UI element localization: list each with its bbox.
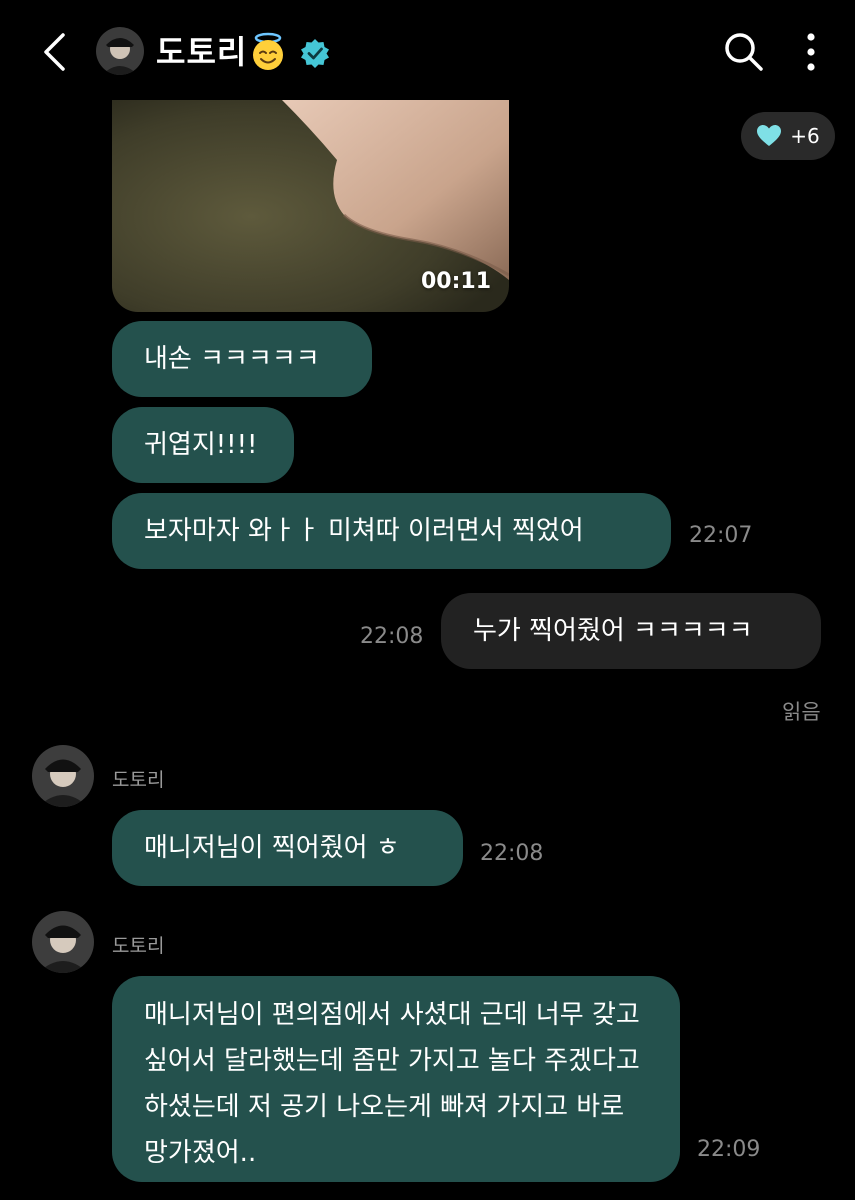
message-text: 귀엽지!!!! <box>144 430 258 460</box>
incoming-message-bubble[interactable]: 내손 ㅋㅋㅋㅋㅋ <box>112 321 372 397</box>
outgoing-message-bubble[interactable]: 누가 찍어줬어 ㅋㅋㅋㅋㅋ <box>441 593 821 669</box>
incoming-message-bubble[interactable]: 보자마자 와ㅏㅏ 미쳐따 이러면서 찍었어 <box>112 493 671 569</box>
search-icon <box>725 33 763 71</box>
sender-name: 도토리 <box>112 935 165 957</box>
incoming-message-bubble[interactable]: 귀엽지!!!! <box>112 407 294 483</box>
message-text: 누가 찍어줬어 ㅋㅋㅋㅋㅋ <box>473 616 753 646</box>
search-button[interactable] <box>722 30 766 74</box>
heart-icon <box>757 125 782 146</box>
back-button[interactable] <box>34 30 74 74</box>
halo-emoji <box>248 32 288 72</box>
sender-name: 도토리 <box>112 769 165 791</box>
message-timestamp: 22:07 <box>689 523 753 548</box>
read-receipt: 읽음 <box>782 700 821 724</box>
chat-header: 도토리 <box>0 0 855 100</box>
message-timestamp: 22:08 <box>360 624 424 649</box>
incoming-message-bubble[interactable]: 매니저님이 찍어줬어 ㅎ <box>112 810 463 886</box>
incoming-message-bubble[interactable]: 매니저님이 편의점에서 사셨대 근데 너무 갖고싶어서 달라했는데 좀만 가지고… <box>112 976 680 1182</box>
more-options-button[interactable] <box>796 30 826 74</box>
message-text: 보자마자 와ㅏㅏ 미쳐따 이러면서 찍었어 <box>144 516 584 546</box>
chevron-left-icon <box>44 33 65 71</box>
message-text: 내손 ㅋㅋㅋㅋㅋ <box>144 344 320 374</box>
reaction-count: +6 <box>790 124 820 148</box>
message-text: 매니저님이 찍어줬어 ㅎ <box>144 833 400 863</box>
message-timestamp: 22:09 <box>697 1137 761 1162</box>
video-duration: 00:11 <box>420 269 491 294</box>
contact-name[interactable]: 도토리 <box>156 30 247 74</box>
sender-avatar[interactable] <box>32 911 94 973</box>
reaction-badge[interactable]: +6 <box>741 112 835 160</box>
more-vertical-icon <box>807 33 815 71</box>
video-message[interactable]: 00:11 <box>112 100 509 312</box>
contact-avatar[interactable] <box>96 27 144 75</box>
message-timestamp: 22:08 <box>480 841 544 866</box>
sender-avatar[interactable] <box>32 745 94 807</box>
verified-badge-icon <box>299 37 331 69</box>
message-text: 매니저님이 편의점에서 사셨대 근데 너무 갖고싶어서 달라했는데 좀만 가지고… <box>144 1000 640 1168</box>
